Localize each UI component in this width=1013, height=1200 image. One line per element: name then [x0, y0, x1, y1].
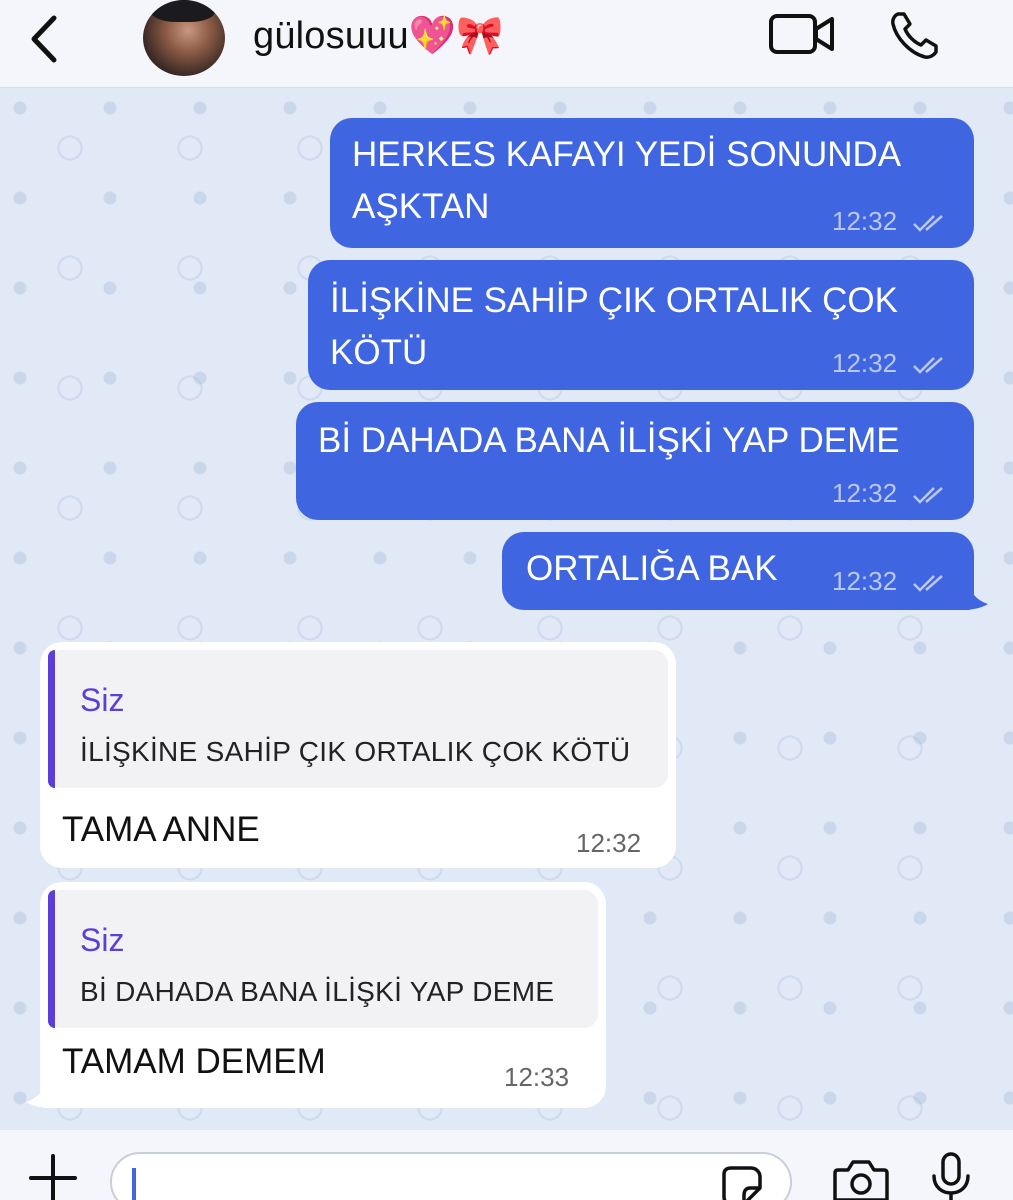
double-check-icon [913, 215, 944, 232]
message-text: ORTALIĞA BAK [526, 549, 778, 588]
message-input[interactable] [110, 1152, 792, 1200]
message-text: TAMA ANNE [62, 810, 260, 849]
text-cursor [132, 1168, 136, 1200]
contact-avatar[interactable] [143, 0, 225, 76]
message-text: Bİ DAHADA BANA İLİŞKİ YAP DEME [318, 421, 900, 460]
sticker-button[interactable] [718, 1166, 766, 1200]
attach-button[interactable] [26, 1148, 80, 1200]
message-text: HERKES KAFAYI YEDİ SONUNDA [352, 135, 902, 174]
camera-button[interactable] [832, 1158, 890, 1200]
message-text: AŞKTAN [352, 187, 490, 226]
double-check-icon [913, 487, 944, 504]
chat-header: gülosuuu💖🎀 [0, 0, 1013, 88]
message-meta: 12:32 [832, 206, 952, 237]
message-meta: 12:32 [832, 566, 952, 597]
message-text: İLİŞKİNE SAHİP ÇIK ORTALIK ÇOK [330, 281, 898, 320]
bubble-tail [962, 584, 988, 610]
quoted-reply[interactable]: Siz İLİŞKİNE SAHİP ÇIK ORTALIK ÇOK KÖTÜ [48, 650, 668, 788]
microphone-button[interactable] [928, 1152, 974, 1200]
outgoing-message[interactable]: İLİŞKİNE SAHİP ÇIK ORTALIK ÇOK KÖTÜ 12:3… [308, 260, 974, 390]
outgoing-message[interactable]: Bİ DAHADA BANA İLİŞKİ YAP DEME 12:32 [296, 402, 974, 520]
video-camera-icon [769, 14, 834, 54]
sticker-icon [722, 1166, 762, 1200]
message-meta: 12:32 [832, 478, 952, 509]
phone-icon [891, 12, 938, 59]
message-time: 12:32 [832, 478, 898, 508]
quote-text: İLİŞKİNE SAHİP ÇIK ORTALIK ÇOK KÖTÜ [80, 736, 631, 767]
double-check-icon [913, 357, 944, 374]
camera-icon [833, 1160, 889, 1200]
incoming-message[interactable]: Siz Bİ DAHADA BANA İLİŞKİ YAP DEME TAMAM… [40, 882, 606, 1108]
message-meta: 12:32 [832, 348, 952, 379]
chat-message-area[interactable]: HERKES KAFAYI YEDİ SONUNDA AŞKTAN 12:32 … [0, 88, 1013, 1130]
outgoing-message[interactable]: ORTALIĞA BAK 12:32 [502, 532, 974, 610]
message-time: 12:32 [832, 348, 898, 378]
incoming-message[interactable]: Siz İLİŞKİNE SAHİP ÇIK ORTALIK ÇOK KÖTÜ … [40, 642, 676, 868]
message-time: 12:32 [832, 206, 898, 236]
voice-call-button[interactable] [888, 8, 942, 62]
message-text: TAMAM DEMEM [62, 1042, 326, 1081]
quote-text: Bİ DAHADA BANA İLİŞKİ YAP DEME [80, 976, 555, 1007]
message-time: 12:32 [576, 828, 642, 858]
video-call-button[interactable] [768, 12, 836, 58]
quote-author: Siz [80, 922, 125, 958]
message-time: 12:33 [504, 1062, 570, 1092]
message-text: KÖTÜ [330, 333, 428, 372]
contact-name[interactable]: gülosuuu💖🎀 [253, 14, 504, 58]
double-check-icon [913, 575, 944, 592]
message-input-bar [0, 1130, 1013, 1200]
bubble-tail [26, 1082, 52, 1108]
chevron-left-icon [31, 15, 57, 63]
outgoing-message[interactable]: HERKES KAFAYI YEDİ SONUNDA AŞKTAN 12:32 [330, 118, 974, 248]
message-time: 12:32 [832, 566, 898, 596]
plus-icon [29, 1154, 77, 1200]
quoted-reply[interactable]: Siz Bİ DAHADA BANA İLİŞKİ YAP DEME [48, 890, 598, 1028]
quote-author: Siz [80, 682, 125, 718]
back-button[interactable] [22, 10, 72, 64]
microphone-icon [932, 1152, 970, 1200]
